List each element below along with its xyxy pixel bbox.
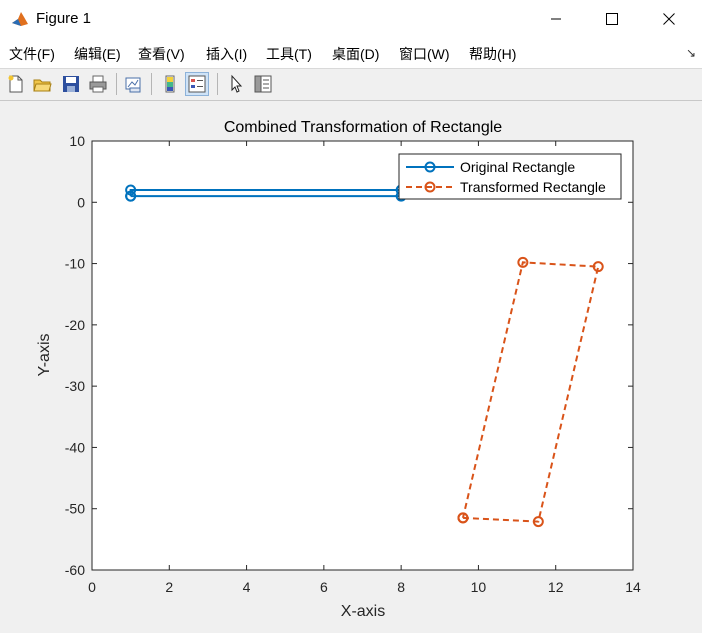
x-tick-label: 2 [165,579,173,595]
menu-tools[interactable]: 工具(T) [266,44,312,64]
menu-desktop[interactable]: 桌面(D) [332,44,379,64]
legend-icon [188,75,206,93]
link-plot-icon [125,77,141,93]
y-tick-label: -20 [65,317,85,333]
x-tick-label: 14 [625,579,641,595]
open-file-button[interactable] [30,72,54,96]
new-figure-button[interactable] [4,72,28,96]
y-axis-label: Y-axis [36,334,53,377]
x-tick-label: 6 [320,579,328,595]
print-button[interactable] [86,72,110,96]
matlab-logo-icon [10,9,30,29]
x-tick-label: 12 [548,579,564,595]
menu-bar: 文件(F) 编辑(E) 查看(V) 插入(I) 工具(T) 桌面(D) 窗口(W… [0,38,702,69]
plot-canvas[interactable]: 0 2 4 6 8 10 12 14 10 0 -10 -20 -30 -40 -50 -60 Combine… [0,101,702,628]
y-tick-label: -30 [65,378,85,394]
property-inspector-icon [254,75,272,93]
maximize-icon [606,13,618,25]
colorbar-button[interactable] [158,72,182,96]
legend-label-transformed: Transformed Rectangle [460,179,606,195]
y-tick-label: 10 [69,133,85,149]
menu-view[interactable]: 查看(V) [138,44,185,64]
y-tick-label: 0 [77,194,85,210]
menu-window[interactable]: 窗口(W) [399,44,450,64]
x-tick-label: 10 [471,579,487,595]
chart-title: Combined Transformation of Rectangle [224,119,502,136]
title-bar: Figure 1 [0,0,702,38]
toolbar-separator [116,73,117,95]
menu-edit[interactable]: 编辑(E) [74,44,121,64]
window-title: Figure 1 [36,10,92,27]
menu-file[interactable]: 文件(F) [9,44,55,64]
minimize-icon [551,18,561,20]
menu-overflow-arrow-icon[interactable]: ↘ [686,46,696,60]
toolbar-separator [217,73,218,95]
save-icon [63,76,79,92]
toolbar-separator [151,73,152,95]
save-button[interactable] [59,72,83,96]
new-figure-icon [8,75,23,93]
minimize-button[interactable] [533,0,579,38]
figure-area: 0 2 4 6 8 10 12 14 10 0 -10 -20 -30 -40 -50 -60 Combine… [0,101,702,628]
property-inspector-button[interactable] [251,72,275,96]
menu-help[interactable]: 帮助(H) [469,44,516,64]
x-tick-label: 8 [397,579,405,595]
maximize-button[interactable] [589,0,635,38]
y-tick-label: -60 [65,562,85,578]
link-plot-button[interactable] [122,72,146,96]
y-tick-label: -40 [65,439,85,455]
colorbar-icon [165,75,175,93]
x-axis-label: X-axis [341,603,385,620]
legend[interactable]: Original Rectangle Transformed Rectangle [398,153,622,200]
axes-background [91,140,634,571]
y-tick-label: -10 [65,256,85,272]
x-tick-label: 0 [88,579,96,595]
x-tick-label: 4 [243,579,251,595]
pointer-button[interactable] [224,72,248,96]
pointer-icon [231,74,243,93]
open-file-icon [33,79,52,92]
menu-insert[interactable]: 插入(I) [206,44,247,64]
toolbar [0,69,702,101]
print-icon [89,75,107,93]
legend-button[interactable] [185,72,209,96]
close-button[interactable] [646,0,692,38]
y-tick-label: -50 [65,501,85,517]
legend-label-original: Original Rectangle [460,159,575,175]
close-icon [663,13,675,25]
